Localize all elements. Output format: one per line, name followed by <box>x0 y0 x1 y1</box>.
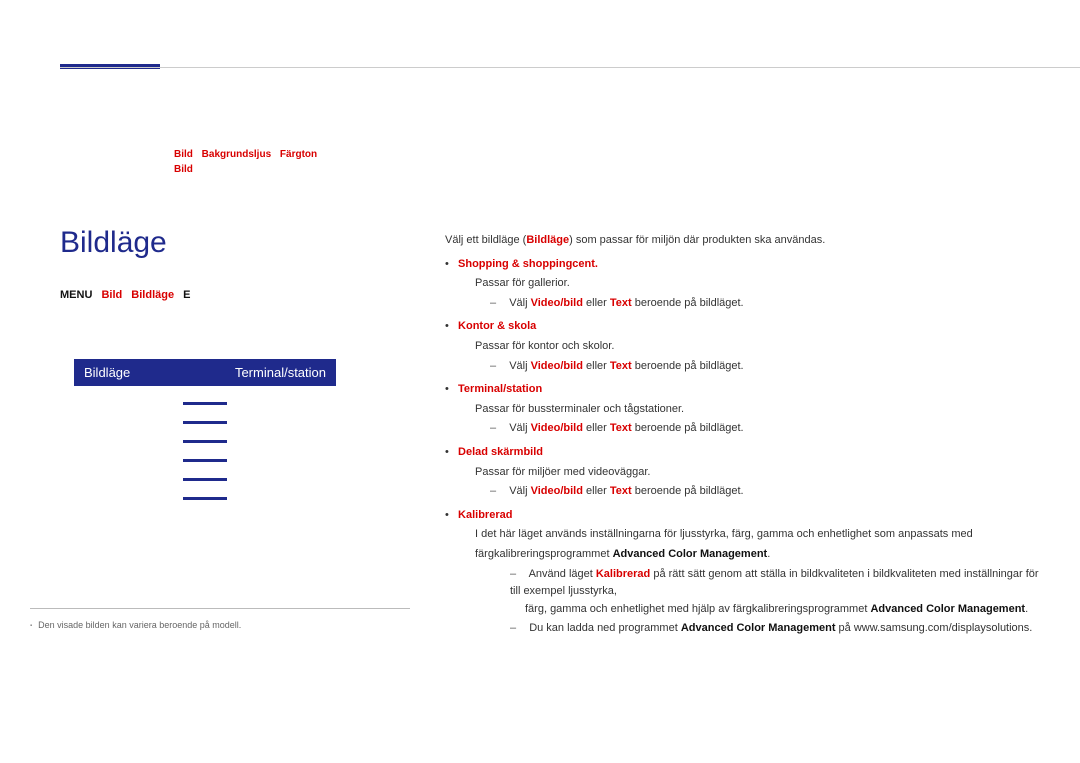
content-area: Välj ett bildläge (Bildläge) som passar … <box>445 232 1050 638</box>
panel-line <box>183 459 227 462</box>
intro-bildlage: Bildläge <box>526 234 569 246</box>
header-tags: Bild Bakgrundsljus Färgton Bild <box>174 147 323 177</box>
panel-line <box>183 402 227 405</box>
mode-terminal-label: Terminal/station <box>458 383 542 395</box>
mode-office-label: Kontor & skola <box>458 320 536 332</box>
mode-terminal: • Terminal/station <box>445 381 1050 399</box>
calibrated-b1: Använd läget Kalibrerad på rätt sätt gen… <box>510 566 1050 601</box>
panel-line <box>183 440 227 443</box>
mode-terminal-choice: Välj Video/bild eller Text beroende på b… <box>490 420 1050 438</box>
panel-header-left: Bildläge <box>84 365 130 380</box>
breadcrumb-bildlage: Bildläge <box>131 289 174 301</box>
mode-terminal-desc: Passar för bussterminaler och tågstation… <box>475 401 1050 419</box>
tag-fargton: Färgton <box>280 149 317 160</box>
calibrated-b1-line2: färg, gamma och enhetlighet med hjälp av… <box>525 601 1050 619</box>
panel-header-right: Terminal/station <box>235 365 326 380</box>
calibrated-p1b: färgkalibreringsprogrammet Advanced Colo… <box>475 546 1050 564</box>
header-divider <box>60 67 1080 68</box>
breadcrumb-menu: MENU <box>60 289 92 301</box>
preview-panel: Bildläge Terminal/station <box>74 359 336 500</box>
preview-panel-body <box>74 386 336 500</box>
panel-line <box>183 497 227 500</box>
mode-calibrated-label: Kalibrerad <box>458 509 512 521</box>
mode-office-desc: Passar för kontor och skolor. <box>475 338 1050 356</box>
mode-videowall-choice: Välj Video/bild eller Text beroende på b… <box>490 483 1050 501</box>
mode-videowall-desc: Passar för miljöer med videoväggar. <box>475 464 1050 482</box>
panel-line <box>183 421 227 424</box>
page-title: Bildläge <box>60 226 167 260</box>
calibrated-b2: Du kan ladda ned programmet Advanced Col… <box>510 620 1050 638</box>
panel-line <box>183 478 227 481</box>
breadcrumb-bild: Bild <box>101 289 122 301</box>
footer-divider <box>30 608 410 609</box>
intro-line: Välj ett bildläge (Bildläge) som passar … <box>445 232 1050 250</box>
mode-videowall-label: Delad skärmbild <box>458 446 543 458</box>
mode-videowall: • Delad skärmbild <box>445 444 1050 462</box>
footer-note: Den visade bilden kan variera beroende p… <box>30 620 241 630</box>
mode-shopping: • Shopping & shoppingcent. <box>445 256 1050 274</box>
mode-shopping-label: Shopping & shoppingcent. <box>458 258 598 270</box>
breadcrumb-e: E <box>183 289 190 301</box>
mode-calibrated: • Kalibrerad <box>445 507 1050 525</box>
mode-office: • Kontor & skola <box>445 318 1050 336</box>
preview-panel-header: Bildläge Terminal/station <box>74 359 336 386</box>
tag-bild: Bild <box>174 149 193 160</box>
tag-bakgrundsljus: Bakgrundsljus <box>202 149 271 160</box>
calibrated-p1a: I det här läget används inställningarna … <box>475 526 1050 544</box>
mode-office-choice: Välj Video/bild eller Text beroende på b… <box>490 358 1050 376</box>
mode-shopping-choice: Välj Video/bild eller Text beroende på b… <box>490 295 1050 313</box>
breadcrumb: MENU Bild Bildläge E <box>60 289 191 301</box>
mode-shopping-desc: Passar för gallerior. <box>475 275 1050 293</box>
tag-bild-2: Bild <box>174 164 193 175</box>
